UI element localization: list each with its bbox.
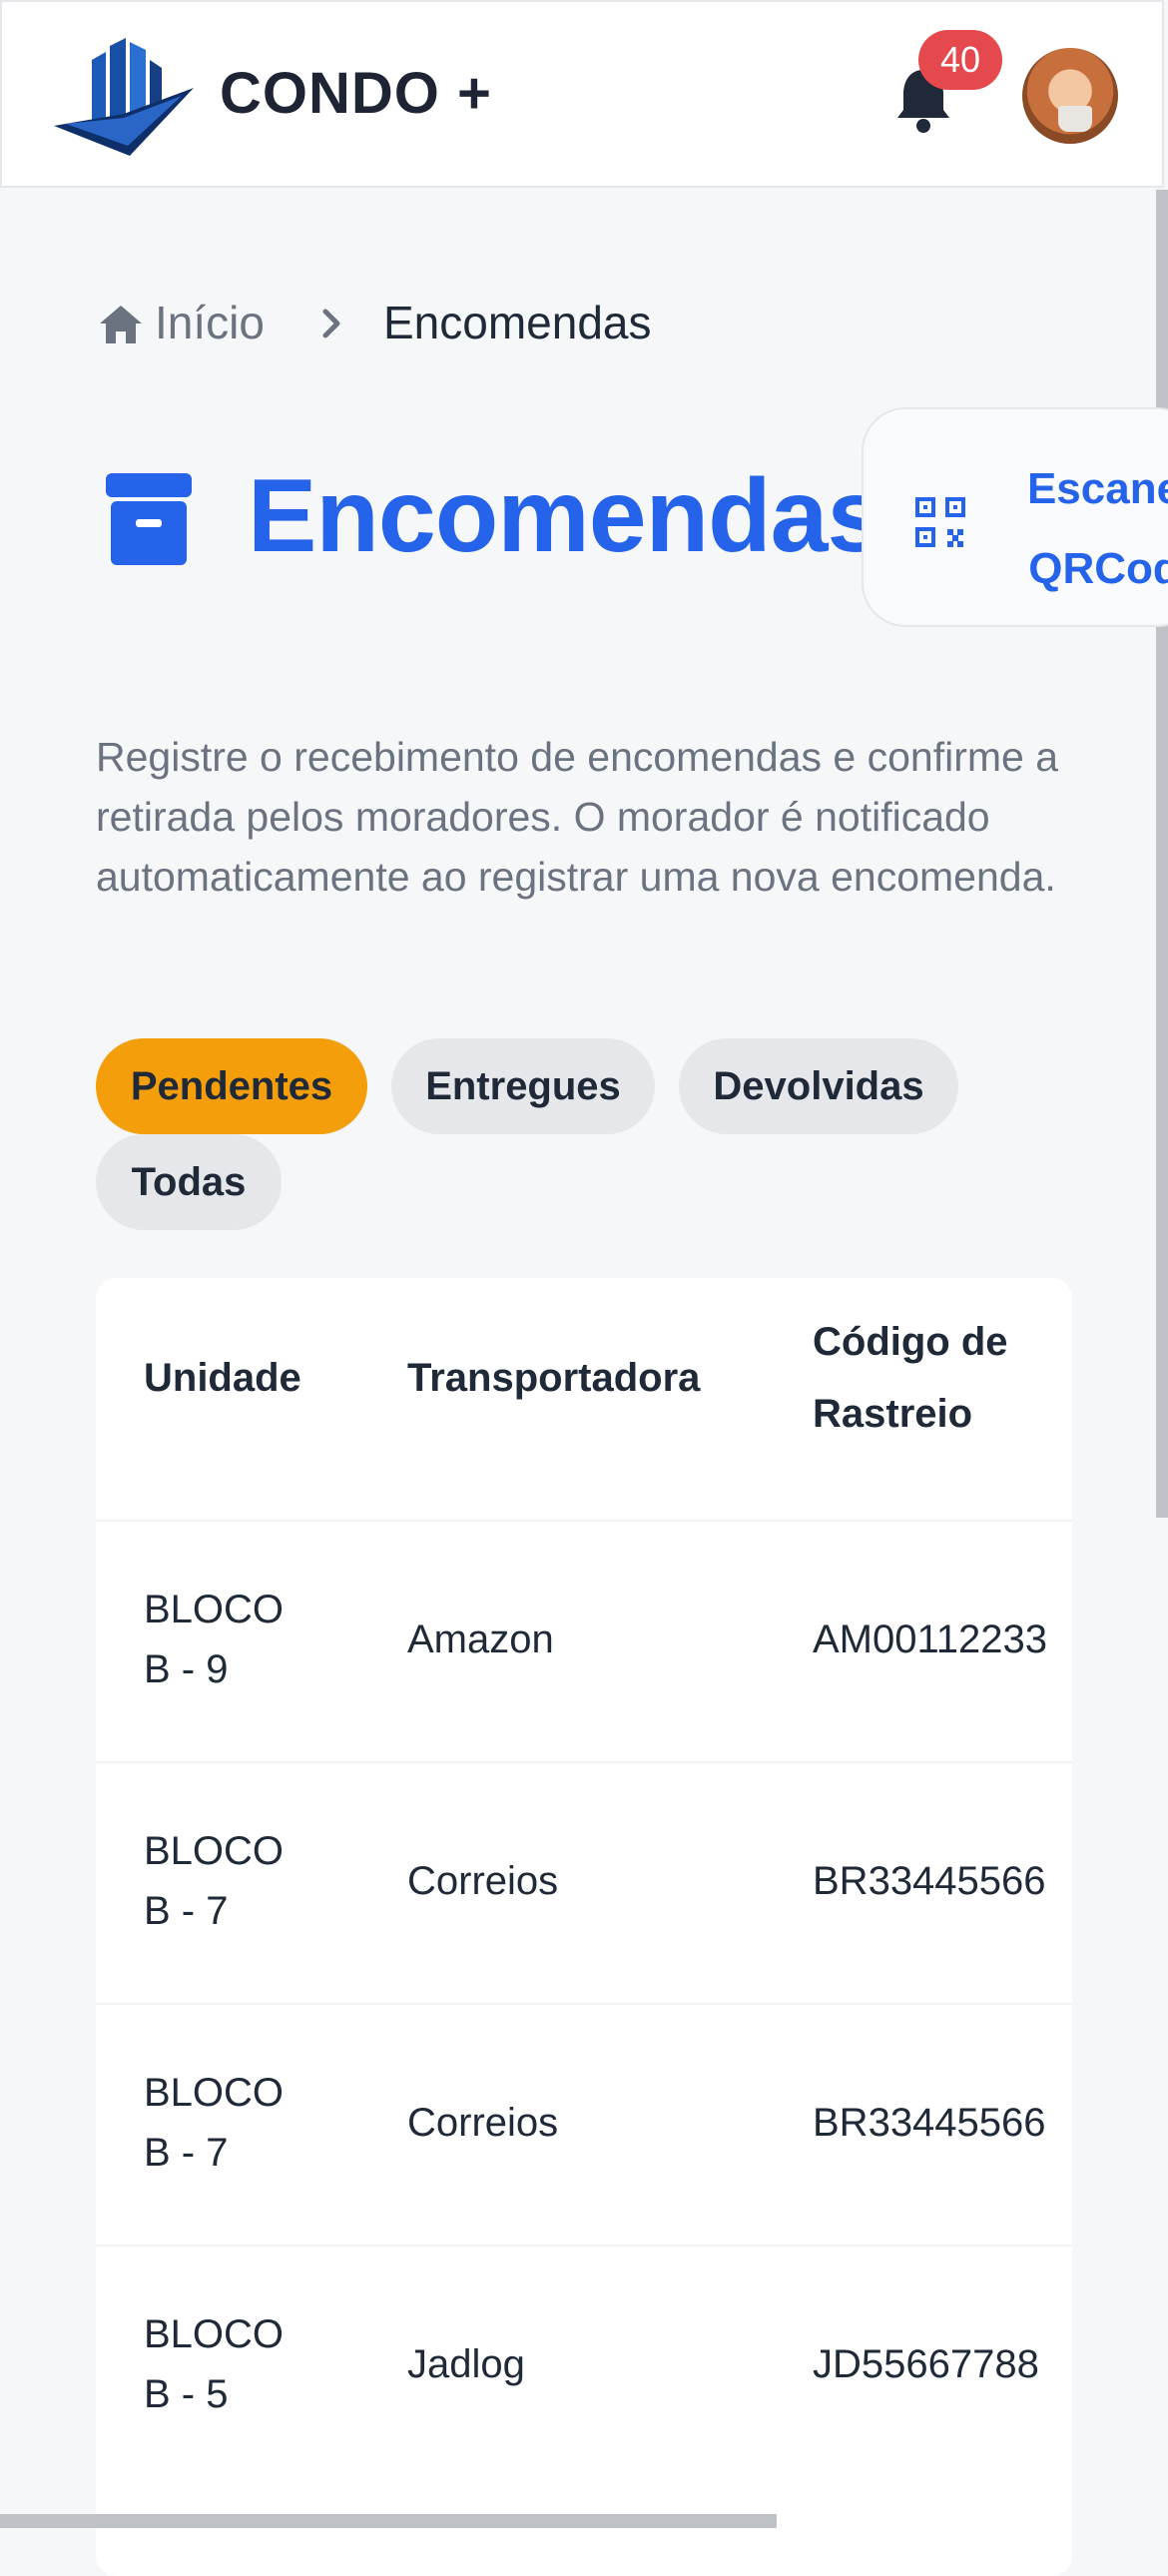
horizontal-scrollbar[interactable]	[0, 2514, 777, 2528]
header-tracking-line1: Código de	[813, 1320, 1008, 1364]
condo-logo-icon[interactable]	[54, 38, 194, 156]
brand-name: CONDO +	[220, 61, 492, 126]
filter-devolvidas[interactable]: Devolvidas	[679, 1038, 958, 1134]
packages-table: Unidade Transportadora Código de Rastrei…	[96, 1278, 1072, 2576]
table-row[interactable]: BLOCO B - 7 Correios BR33445566	[96, 2003, 1072, 2247]
cell-unit-line1: BLOCO	[144, 1588, 285, 1631]
breadcrumb-current: Encomendas	[383, 297, 652, 348]
avatar[interactable]	[1022, 48, 1118, 144]
scan-label-line2: QRCod	[1028, 544, 1168, 593]
page-title: Encomendas	[248, 458, 884, 574]
cell-tracking: JD55667788	[813, 2342, 1039, 2386]
cell-unit-line1: BLOCO	[144, 2312, 285, 2356]
cell-unit: BLOCO B - 9	[144, 1580, 284, 1699]
top-header: CONDO + 40	[0, 0, 1164, 188]
page-description: Registre o recebimento de encomendas e c…	[96, 734, 1059, 900]
cell-tracking: AM00112233	[813, 1617, 1047, 1661]
filter-todas[interactable]: Todas	[96, 1134, 282, 1230]
archive-box-icon	[106, 473, 192, 565]
cell-unit-line1: BLOCO	[144, 1829, 285, 1873]
header-unit[interactable]: Unidade	[144, 1342, 301, 1414]
cell-unit: BLOCO B - 7	[144, 1821, 284, 1941]
qrcode-icon	[915, 497, 965, 547]
table-row[interactable]: BLOCO B - 7 Correios BR33445566	[96, 1761, 1072, 2005]
vertical-scrollbar[interactable]	[1156, 190, 1168, 1518]
header-tracking-line2: Rastreio	[813, 1392, 973, 1436]
header-carrier[interactable]: Transportadora	[407, 1342, 700, 1414]
cell-unit: BLOCO B - 5	[144, 2304, 284, 2424]
cell-carrier: Jadlog	[407, 2342, 525, 2386]
header-tracking[interactable]: Código de Rastreio	[813, 1306, 1008, 1450]
cell-tracking: BR33445566	[813, 1859, 1046, 1903]
cell-carrier: Amazon	[407, 1617, 554, 1661]
cell-unit-line2: B - 9	[144, 1647, 229, 1691]
scan-label-line1: Escane	[1026, 464, 1168, 513]
cell-unit-line1: BLOCO	[144, 2071, 285, 2115]
table-row[interactable]: BLOCO B - 9 Amazon AM00112233	[96, 1520, 1072, 1763]
filter-pendentes[interactable]: Pendentes	[96, 1038, 367, 1134]
avatar-cup	[1058, 106, 1092, 132]
table-row[interactable]: BLOCO B - 5 Jadlog JD55667788	[96, 2245, 1072, 2488]
home-icon[interactable]	[100, 306, 142, 343]
cell-tracking: BR33445566	[813, 2101, 1046, 2145]
filter-entregues[interactable]: Entregues	[391, 1038, 655, 1134]
scan-button-label: Escane QRCod	[1009, 449, 1168, 609]
cell-unit-line2: B - 7	[144, 2131, 229, 2175]
breadcrumb-home[interactable]: Início	[155, 296, 265, 349]
cell-unit: BLOCO B - 7	[144, 2063, 284, 2183]
cell-unit-line2: B - 5	[144, 2372, 229, 2416]
scan-qrcode-button[interactable]: Escane QRCod	[862, 407, 1168, 627]
cell-carrier: Correios	[407, 1859, 559, 1903]
cell-carrier: Correios	[407, 2101, 559, 2145]
notification-badge: 40	[918, 30, 1002, 90]
chevron-right-icon	[322, 309, 340, 338]
cell-unit-line2: B - 7	[144, 1889, 229, 1933]
